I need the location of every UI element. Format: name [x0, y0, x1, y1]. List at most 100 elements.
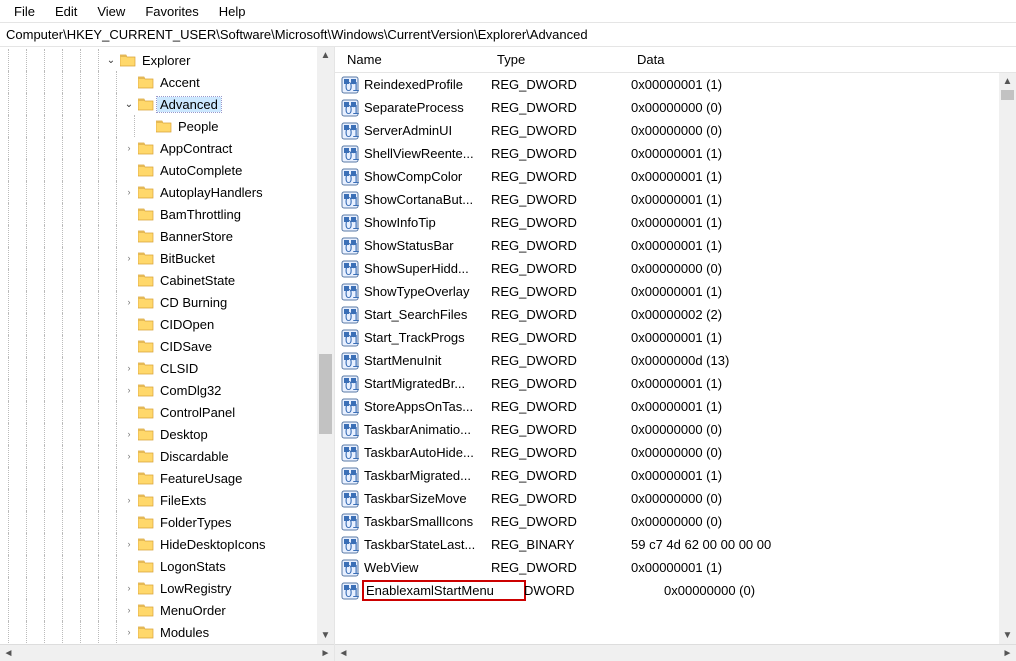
value-data: 0x00000000 (0) [664, 583, 1016, 598]
list-vscrollbar[interactable]: ▲ ▼ [999, 73, 1016, 644]
value-row[interactable]: StartMigratedBr...REG_DWORD0x00000001 (1… [335, 372, 1016, 395]
tree-item[interactable]: ›Modules [4, 621, 334, 643]
tree-item[interactable]: ›BitBucket [4, 247, 334, 269]
tree-hscrollbar[interactable]: ◄ ► [0, 644, 334, 661]
expand-icon[interactable]: › [123, 187, 135, 198]
dword-icon [341, 191, 359, 209]
tree-item[interactable]: ›ComDlg32 [4, 379, 334, 401]
value-row[interactable]: SeparateProcessREG_DWORD0x00000000 (0) [335, 96, 1016, 119]
tree-item[interactable]: ControlPanel [4, 401, 334, 423]
expand-icon[interactable]: › [123, 143, 135, 154]
tree-item[interactable]: ›LowRegistry [4, 577, 334, 599]
scroll-down-icon[interactable]: ▼ [999, 627, 1016, 644]
folder-icon [156, 119, 172, 133]
tree-item[interactable]: FolderTypes [4, 511, 334, 533]
column-header-name[interactable]: Name [341, 52, 491, 67]
expand-icon[interactable]: › [123, 605, 135, 616]
tree-item[interactable]: BannerStore [4, 225, 334, 247]
tree-item[interactable]: ›CD Burning [4, 291, 334, 313]
tree-item[interactable]: ›CLSID [4, 357, 334, 379]
scroll-up-icon[interactable]: ▲ [317, 47, 334, 64]
menu-file[interactable]: File [6, 2, 43, 21]
tree-item[interactable]: LogonStats [4, 555, 334, 577]
value-type: REG_DWORD [491, 468, 631, 483]
value-row[interactable]: ShowSuperHidd...REG_DWORD0x00000000 (0) [335, 257, 1016, 280]
menu-edit[interactable]: Edit [47, 2, 85, 21]
tree-item[interactable]: ⌄Explorer [4, 49, 334, 71]
value-row[interactable]: ReindexedProfileREG_DWORD0x00000001 (1) [335, 73, 1016, 96]
value-name: ShowStatusBar [364, 238, 491, 253]
value-row[interactable]: TaskbarAutoHide...REG_DWORD0x00000000 (0… [335, 441, 1016, 464]
tree-vscrollbar[interactable]: ▲ ▼ [317, 47, 334, 644]
tree-item[interactable]: CabinetState [4, 269, 334, 291]
tree-item[interactable]: People [4, 115, 334, 137]
value-row[interactable]: ShowStatusBarREG_DWORD0x00000001 (1) [335, 234, 1016, 257]
expand-icon[interactable]: › [123, 627, 135, 638]
expand-icon[interactable]: › [123, 429, 135, 440]
value-type: REG_DWORD [491, 330, 631, 345]
folder-icon [138, 427, 154, 441]
value-row[interactable]: ShowInfoTipREG_DWORD0x00000001 (1) [335, 211, 1016, 234]
value-name[interactable]: EnablexamlStartMenu [364, 582, 524, 599]
value-row[interactable]: ShowCortanaBut...REG_DWORD0x00000001 (1) [335, 188, 1016, 211]
value-row[interactable]: WebViewREG_DWORD0x00000001 (1) [335, 556, 1016, 579]
dword-icon [341, 76, 359, 94]
value-row[interactable]: TaskbarMigrated...REG_DWORD0x00000001 (1… [335, 464, 1016, 487]
expand-icon[interactable]: › [123, 495, 135, 506]
value-type: REG_DWORD [491, 284, 631, 299]
value-row[interactable]: EnablexamlStartMenuDWORD0x00000000 (0) [335, 579, 1016, 602]
value-row[interactable]: ShowCompColorREG_DWORD0x00000001 (1) [335, 165, 1016, 188]
tree-item[interactable]: ⌄Advanced [4, 93, 334, 115]
expand-icon[interactable]: › [123, 451, 135, 462]
tree-item[interactable]: FeatureUsage [4, 467, 334, 489]
address-bar[interactable]: Computer\HKEY_CURRENT_USER\Software\Micr… [0, 22, 1016, 47]
menu-view[interactable]: View [89, 2, 133, 21]
expand-icon[interactable]: ⌄ [123, 99, 135, 110]
column-header-data[interactable]: Data [631, 52, 1016, 67]
scroll-down-icon[interactable]: ▼ [317, 627, 334, 644]
folder-icon [138, 317, 154, 331]
scroll-left-icon[interactable]: ◄ [335, 645, 352, 661]
scroll-right-icon[interactable]: ► [999, 645, 1016, 661]
expand-icon[interactable]: › [123, 385, 135, 396]
value-row[interactable]: ShowTypeOverlayREG_DWORD0x00000001 (1) [335, 280, 1016, 303]
tree-item[interactable]: CIDOpen [4, 313, 334, 335]
tree-item[interactable]: Accent [4, 71, 334, 93]
tree-item[interactable]: ›AutoplayHandlers [4, 181, 334, 203]
value-row[interactable]: TaskbarAnimatio...REG_DWORD0x00000000 (0… [335, 418, 1016, 441]
folder-icon [138, 449, 154, 463]
scroll-left-icon[interactable]: ◄ [0, 645, 17, 661]
expand-icon[interactable]: › [123, 539, 135, 550]
value-row[interactable]: ServerAdminUIREG_DWORD0x00000000 (0) [335, 119, 1016, 142]
value-row[interactable]: StartMenuInitREG_DWORD0x0000000d (13) [335, 349, 1016, 372]
value-row[interactable]: TaskbarStateLast...REG_BINARY59 c7 4d 62… [335, 533, 1016, 556]
tree-item[interactable]: ›FileExts [4, 489, 334, 511]
scroll-thumb[interactable] [1001, 90, 1014, 100]
tree-item[interactable]: AutoComplete [4, 159, 334, 181]
value-row[interactable]: Start_SearchFilesREG_DWORD0x00000002 (2) [335, 303, 1016, 326]
value-row[interactable]: Start_TrackProgsREG_DWORD0x00000001 (1) [335, 326, 1016, 349]
value-row[interactable]: ShellViewReente...REG_DWORD0x00000001 (1… [335, 142, 1016, 165]
column-header-type[interactable]: Type [491, 52, 631, 67]
expand-icon[interactable]: › [123, 297, 135, 308]
tree-item[interactable]: ›AppContract [4, 137, 334, 159]
tree-item[interactable]: ›HideDesktopIcons [4, 533, 334, 555]
expand-icon[interactable]: › [123, 363, 135, 374]
scroll-up-icon[interactable]: ▲ [999, 73, 1016, 90]
tree-item[interactable]: ›MenuOrder [4, 599, 334, 621]
tree-item[interactable]: CIDSave [4, 335, 334, 357]
tree-item[interactable]: ›Desktop [4, 423, 334, 445]
tree-item[interactable]: ›Discardable [4, 445, 334, 467]
value-row[interactable]: TaskbarSmallIconsREG_DWORD0x00000000 (0) [335, 510, 1016, 533]
expand-icon[interactable]: › [123, 583, 135, 594]
menu-favorites[interactable]: Favorites [137, 2, 206, 21]
value-row[interactable]: StoreAppsOnTas...REG_DWORD0x00000001 (1) [335, 395, 1016, 418]
scroll-thumb[interactable] [319, 354, 332, 434]
expand-icon[interactable]: ⌄ [105, 55, 117, 66]
expand-icon[interactable]: › [123, 253, 135, 264]
list-hscrollbar[interactable]: ◄ ► [335, 644, 1016, 661]
value-row[interactable]: TaskbarSizeMoveREG_DWORD0x00000000 (0) [335, 487, 1016, 510]
tree-item[interactable]: BamThrottling [4, 203, 334, 225]
menu-help[interactable]: Help [211, 2, 254, 21]
scroll-right-icon[interactable]: ► [317, 645, 334, 661]
